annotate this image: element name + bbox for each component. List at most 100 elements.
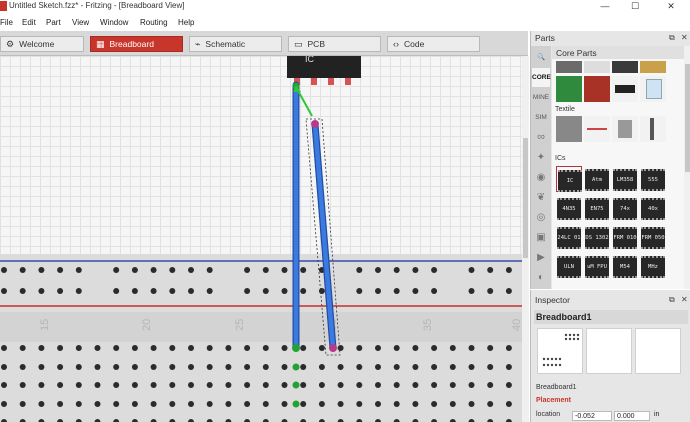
- canvas-vertical-scrollbar[interactable]: [522, 56, 529, 422]
- part-item-ic[interactable]: ULN 2003: [556, 253, 582, 279]
- part-item-ic[interactable]: 24LC 01: [556, 224, 582, 250]
- minimize-button[interactable]: —: [594, 0, 616, 13]
- bin-mine[interactable]: MINE: [532, 88, 550, 107]
- breadboard-hole: [412, 267, 419, 273]
- breadboard-hole: [487, 345, 494, 351]
- ic-chip-label: IC: [305, 56, 315, 64]
- close-panel-button[interactable]: ✕: [681, 33, 688, 42]
- bin-core[interactable]: CORE: [532, 68, 551, 87]
- part-item-ic[interactable]: FRM 010: [612, 224, 638, 250]
- menu-part[interactable]: Part: [46, 18, 61, 27]
- maximize-button[interactable]: ☐: [624, 0, 646, 13]
- part-item[interactable]: [612, 76, 638, 102]
- wire-end-selected[interactable]: [329, 344, 337, 352]
- part-item-ic[interactable]: EN75: [584, 195, 610, 221]
- part-item-arduino[interactable]: [556, 76, 582, 102]
- part-item-ic[interactable]: 40x: [640, 195, 666, 221]
- menu-view[interactable]: View: [72, 18, 89, 27]
- parts-vertical-scrollbar[interactable]: [684, 46, 690, 289]
- part-item[interactable]: [612, 61, 638, 73]
- breadboard-hole: [57, 267, 64, 273]
- leaf-bin-icon[interactable]: ❦: [532, 188, 550, 207]
- puzzle-bin-icon[interactable]: ✦: [532, 148, 550, 167]
- close-panel-button[interactable]: ✕: [681, 295, 688, 304]
- scrollbar-thumb[interactable]: [685, 64, 690, 172]
- part-item-ic[interactable]: 74x: [612, 195, 638, 221]
- part-item[interactable]: [584, 76, 610, 102]
- scrollbar-thumb[interactable]: [523, 138, 528, 258]
- breadboard-hole: [468, 267, 475, 273]
- breadboard-canvas[interactable]: 15 20 25 30 35 40 IC: [0, 56, 522, 422]
- menu-file[interactable]: File: [0, 18, 13, 27]
- part-item[interactable]: [640, 61, 666, 73]
- part-item[interactable]: [556, 61, 582, 73]
- breadboard-hole: [505, 267, 512, 273]
- part-item[interactable]: [640, 116, 666, 142]
- breadboard-hole: [1, 288, 7, 294]
- breadboard-hole: [375, 382, 381, 388]
- breadboard-hole: [300, 345, 307, 351]
- breadboard-hole: [113, 345, 120, 351]
- breadboard-hole: [19, 288, 26, 294]
- breadboard-hole: [19, 345, 26, 351]
- menu-routing[interactable]: Routing: [140, 18, 168, 27]
- part-item-ic[interactable]: 4N35: [556, 195, 582, 221]
- float-panel-button[interactable]: ⧉: [669, 295, 675, 305]
- breadboard-hole: [318, 288, 325, 294]
- breadboard-hole: [57, 401, 64, 407]
- part-item[interactable]: [612, 116, 638, 142]
- ic-part-label: MHz: [641, 256, 665, 278]
- circle-bin-icon[interactable]: ◉: [532, 168, 550, 187]
- float-panel-button[interactable]: ⧉: [669, 33, 675, 43]
- breadboard-hole: [1, 345, 7, 351]
- menu-window[interactable]: Window: [100, 18, 128, 27]
- location-y-input[interactable]: 0.000: [614, 411, 650, 421]
- part-item[interactable]: [584, 61, 610, 73]
- part-item[interactable]: [584, 116, 610, 142]
- part-item-ic[interactable]: 555: [640, 166, 666, 192]
- tab-breadboard[interactable]: ▦ Breadboard: [90, 36, 183, 52]
- chip-bin-icon[interactable]: ▣: [532, 228, 550, 247]
- tab-schematic[interactable]: ⌁ Schematic: [189, 36, 282, 52]
- breadboard-hole: [150, 401, 157, 407]
- part-item-ic[interactable]: uM FPU: [584, 253, 610, 279]
- breadboard-hole: [412, 382, 419, 388]
- breadboard-hole: [337, 382, 344, 388]
- play-bin-icon[interactable]: ▶: [532, 248, 550, 267]
- wire-end-selected[interactable]: [311, 120, 319, 128]
- parts-panel: Parts ⧉ ✕ 🔍 CORE MINE SIM ∞ ✦ ◉ ❦ ◎ ▣ ▶ …: [530, 31, 690, 289]
- breadboard-hole: [244, 401, 251, 407]
- location-x-input[interactable]: -0.052: [572, 411, 612, 421]
- intel-bin-icon[interactable]: ◎: [532, 208, 550, 227]
- breadboard-hole: [75, 382, 82, 388]
- wire-end-connected[interactable]: [292, 344, 300, 352]
- breadboard-hole: [150, 364, 157, 370]
- tab-pcb[interactable]: ▭ PCB: [288, 36, 381, 52]
- fritzing-logo-icon: [0, 1, 7, 11]
- bin-sim[interactable]: SIM: [532, 108, 550, 127]
- part-item-ic[interactable]: Atm: [584, 166, 610, 192]
- search-icon[interactable]: 🔍: [532, 48, 550, 67]
- part-item[interactable]: [640, 76, 666, 102]
- menu-edit[interactable]: Edit: [22, 18, 36, 27]
- part-item-ic[interactable]: IC: [556, 166, 582, 192]
- part-item-ic[interactable]: MHz: [640, 253, 666, 279]
- part-item-ic[interactable]: DS 1302: [584, 224, 610, 250]
- tab-code[interactable]: ‹› Code: [387, 36, 480, 52]
- gauge-bin-icon[interactable]: ◐: [532, 268, 550, 287]
- title-bar: Untitled Sketch.fzz* - Fritzing - [Bread…: [0, 0, 690, 13]
- ic-chip[interactable]: IC: [287, 56, 361, 85]
- part-item-ic[interactable]: FRM 050: [640, 224, 666, 250]
- breadboard-hole: [188, 382, 194, 388]
- parts-bins-column: 🔍 CORE MINE SIM ∞ ✦ ◉ ❦ ◎ ▣ ▶ ◐: [531, 46, 551, 289]
- part-item-ic[interactable]: M54: [612, 253, 638, 279]
- tab-welcome[interactable]: ⚙ Welcome: [0, 36, 84, 52]
- part-item[interactable]: [556, 116, 582, 142]
- breadboard-hole: [412, 288, 419, 294]
- breadboard-hole: [1, 267, 7, 273]
- part-item-ic[interactable]: LM358: [612, 166, 638, 192]
- breadboard-hole: [244, 345, 251, 351]
- menu-help[interactable]: Help: [178, 18, 194, 27]
- infinity-bin-icon[interactable]: ∞: [532, 128, 550, 147]
- close-window-button[interactable]: ✕: [660, 0, 682, 13]
